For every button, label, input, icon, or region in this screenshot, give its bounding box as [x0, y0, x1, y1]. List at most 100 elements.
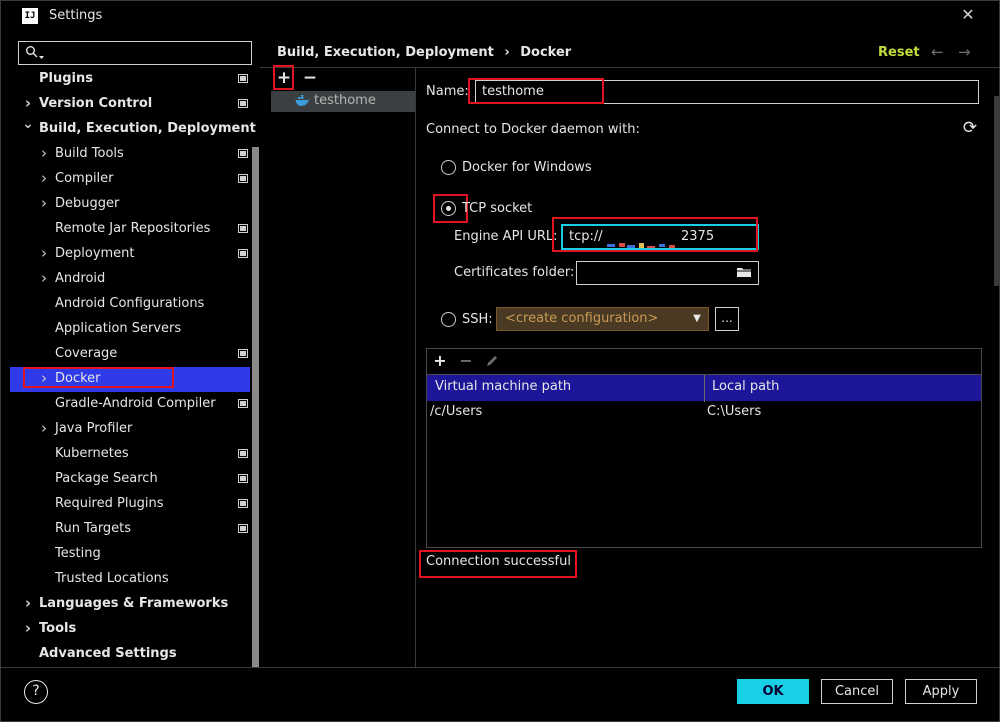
project-scope-icon [238, 399, 248, 408]
table-row[interactable]: /c/Users C:\Users [427, 401, 981, 423]
settings-dialog: IJ Settings ✕ Plugins › Version Control ⌄ Bu… [0, 0, 1000, 722]
sidebar-item-advanced-settings[interactable]: Advanced Settings [10, 642, 250, 667]
ssh-radio[interactable] [441, 312, 456, 327]
header-divider [260, 67, 1000, 68]
sidebar-item-build-tools[interactable]: › Build Tools [10, 142, 250, 167]
connect-label: Connect to Docker daemon with: [426, 122, 640, 137]
apply-button[interactable]: Apply [905, 679, 977, 704]
chevron-right-icon[interactable]: › [38, 167, 50, 190]
chevron-right-icon[interactable]: › [38, 417, 50, 440]
docker-for-windows-radio[interactable] [441, 160, 456, 175]
sidebar-item-required-plugins[interactable]: Required Plugins [10, 492, 250, 517]
certificates-field[interactable] [576, 261, 759, 285]
breadcrumb-separator: › [504, 45, 510, 60]
sidebar-item-compiler[interactable]: › Compiler [10, 167, 250, 192]
sidebar-item-trusted-locations[interactable]: Trusted Locations [10, 567, 250, 592]
folder-icon[interactable] [736, 265, 752, 279]
sidebar-item-label: Coverage [55, 346, 118, 361]
cell-local-path: C:\Users [707, 404, 762, 419]
sidebar-item-coverage[interactable]: Coverage [10, 342, 250, 367]
docker-for-windows-label: Docker for Windows [462, 160, 592, 175]
sidebar-item-label: Application Servers [55, 321, 182, 336]
breadcrumb-parent: Build, Execution, Deployment [277, 45, 494, 60]
sidebar-item-languages-frameworks[interactable]: › Languages & Frameworks [10, 592, 250, 617]
chevron-right-icon[interactable]: › [38, 142, 50, 165]
sidebar-item-build-execution-deployment[interactable]: ⌄ Build, Execution, Deployment [10, 116, 256, 142]
intellij-logo-icon: IJ [22, 8, 38, 24]
back-arrow-icon[interactable]: ← [931, 43, 944, 61]
docker-list-item-label: testhome [314, 93, 376, 108]
table-header: Virtual machine path Local path [427, 374, 981, 402]
sidebar-item-android[interactable]: › Android [10, 267, 250, 292]
sidebar-scrollbar[interactable] [252, 147, 259, 667]
ssh-more-button[interactable]: ... [715, 307, 739, 331]
sidebar-item-label: Run Targets [55, 521, 132, 536]
ssh-label: SSH: [462, 312, 493, 327]
sidebar-item-deployment[interactable]: › Deployment [10, 242, 250, 267]
docker-whale-icon [295, 95, 310, 106]
sidebar-item-label: Build Tools [55, 146, 124, 161]
column-separator[interactable] [704, 375, 705, 402]
ssh-configuration-value: <create configuration> [505, 311, 659, 326]
sidebar-item-gradle-android-compiler[interactable]: Gradle-Android Compiler [10, 392, 250, 417]
ssh-configuration-select[interactable]: <create configuration> ▼ [496, 307, 709, 331]
search-input[interactable] [18, 41, 252, 65]
sidebar-item-java-profiler[interactable]: › Java Profiler [10, 417, 250, 442]
chevron-right-icon[interactable]: › [22, 617, 34, 640]
column-header-vm-path[interactable]: Virtual machine path [435, 379, 571, 394]
sidebar-item-debugger[interactable]: › Debugger [10, 192, 250, 217]
sidebar-item-label: Remote Jar Repositories [55, 221, 211, 236]
sidebar-item-android-configurations[interactable]: Android Configurations [10, 292, 250, 317]
sidebar-item-tools[interactable]: › Tools [10, 617, 250, 642]
chevron-right-icon[interactable]: › [38, 267, 50, 290]
sidebar-item-label: Advanced Settings [39, 646, 177, 661]
cancel-button[interactable]: Cancel [821, 679, 893, 704]
remove-mapping-button[interactable]: − [457, 350, 475, 372]
project-scope-icon [238, 449, 248, 458]
window-title: Settings [49, 8, 103, 23]
ok-button[interactable]: OK [737, 679, 809, 704]
sidebar-item-plugins[interactable]: Plugins [10, 67, 250, 92]
sidebar-item-kubernetes[interactable]: Kubernetes [10, 442, 250, 467]
close-icon[interactable]: ✕ [959, 6, 977, 24]
project-scope-icon [238, 524, 248, 533]
breadcrumb-current: Docker [520, 45, 572, 60]
sidebar-item-application-servers[interactable]: Application Servers [10, 317, 250, 342]
sidebar-item-package-search[interactable]: Package Search [10, 467, 250, 492]
sidebar-item-label: Debugger [55, 196, 120, 211]
edit-pencil-icon[interactable] [483, 350, 501, 372]
help-button[interactable]: ? [24, 680, 48, 704]
sidebar-item-testing[interactable]: Testing [10, 542, 250, 567]
highlight-box-name [468, 78, 604, 104]
remove-docker-button[interactable]: − [300, 67, 320, 89]
highlight-box-add [273, 65, 294, 90]
sidebar-item-version-control[interactable]: › Version Control [10, 92, 250, 117]
certificates-label: Certificates folder: [454, 265, 575, 280]
chevron-right-icon[interactable]: › [22, 592, 34, 615]
sidebar-item-label: Languages & Frameworks [39, 596, 229, 611]
refresh-icon[interactable]: ⟳ [961, 119, 979, 137]
docker-list-item[interactable]: testhome [271, 91, 415, 112]
sidebar-item-remote-jar-repositories[interactable]: Remote Jar Repositories [10, 217, 250, 242]
highlight-box-docker [23, 367, 174, 388]
chevron-right-icon[interactable]: › [22, 92, 34, 115]
highlight-box-engine-url [552, 217, 758, 252]
chevron-right-icon[interactable]: › [38, 242, 50, 265]
sidebar-item-label: Kubernetes [55, 446, 129, 461]
chevron-down-icon[interactable]: ⌄ [22, 113, 34, 136]
column-header-local-path[interactable]: Local path [712, 379, 779, 394]
sidebar-item-run-targets[interactable]: Run Targets [10, 517, 250, 542]
sidebar-item-label: Package Search [55, 471, 158, 486]
sidebar-item-label: Version Control [39, 96, 153, 111]
chevron-right-icon[interactable]: › [38, 192, 50, 215]
search-icon [26, 46, 38, 58]
reset-link[interactable]: Reset [878, 45, 920, 60]
project-scope-icon [238, 99, 248, 108]
add-mapping-button[interactable]: + [431, 350, 449, 372]
list-form-divider [415, 67, 416, 667]
project-scope-icon [238, 474, 248, 483]
sidebar-item-label: Compiler [55, 171, 114, 186]
sidebar-item-label: Android [55, 271, 106, 286]
forward-arrow-icon[interactable]: → [958, 43, 971, 61]
search-dropdown-icon [39, 49, 44, 59]
